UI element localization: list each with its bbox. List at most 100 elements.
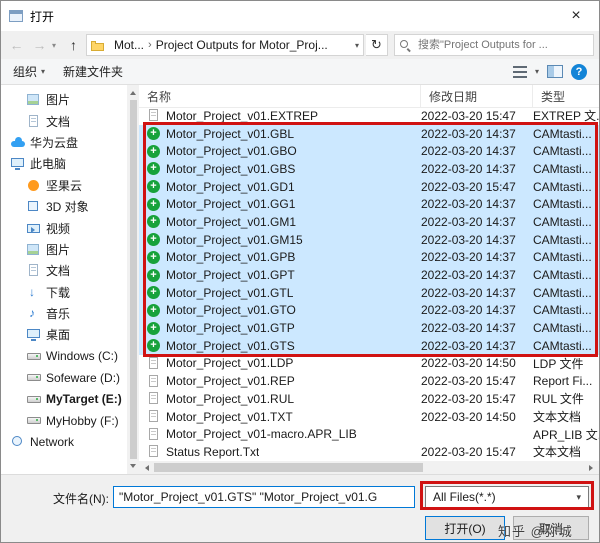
refresh-icon[interactable]: ↻	[366, 34, 388, 56]
watermark: 知乎 @弥城	[498, 524, 573, 539]
sidebar-item[interactable]: Network	[1, 431, 127, 452]
sidebar-item[interactable]: 音乐	[1, 303, 127, 324]
search-input[interactable]	[416, 38, 588, 52]
sidebar-scrollbar[interactable]	[127, 85, 139, 474]
file-row[interactable]: Motor_Project_v01.GTO 2022-03-20 14:37 C…	[139, 301, 599, 320]
open-button[interactable]: 打开(O)	[425, 516, 505, 540]
sidebar-item-label: 文档	[46, 264, 71, 279]
up-icon[interactable]: ↑	[63, 37, 84, 53]
file-name-cell: Motor_Project_v01.GTO	[139, 303, 421, 317]
scroll-up-icon[interactable]	[130, 88, 136, 95]
sidebar-item[interactable]: 此电脑	[1, 153, 127, 174]
sidebar-item-label: 华为云盘	[30, 135, 79, 150]
address-bar[interactable]: Mot... › Project Outputs for Motor_Proj.…	[86, 34, 364, 56]
drive-icon	[27, 350, 41, 363]
file-row[interactable]: Motor_Project_v01.EXTREP 2022-03-20 15:4…	[139, 107, 599, 125]
sidebar-item[interactable]: 图片	[1, 239, 127, 260]
file-rows: Motor_Project_v01.EXTREP 2022-03-20 15:4…	[139, 107, 599, 461]
horizontal-scrollbar[interactable]	[139, 461, 599, 474]
sidebar-item-label: 音乐	[46, 307, 71, 322]
sidebar-item[interactable]: MyHobby (F:)	[1, 410, 127, 431]
view-chevron-icon[interactable]: ▾	[535, 67, 539, 76]
filename-input[interactable]	[113, 486, 415, 508]
file-name: Motor_Project_v01.GBL	[166, 126, 295, 141]
file-icon	[147, 445, 161, 458]
file-row[interactable]: Motor_Project_v01.RUL 2022-03-20 15:47 R…	[139, 390, 599, 408]
forward-icon[interactable]: →	[29, 37, 50, 53]
sidebar-item[interactable]: 桌面	[1, 324, 127, 345]
file-row[interactable]: Motor_Project_v01.GBO 2022-03-20 14:37 C…	[139, 142, 599, 161]
breadcrumb-current[interactable]: Project Outputs for Motor_Proj...	[156, 38, 351, 52]
close-icon[interactable]: ×	[561, 1, 591, 31]
sidebar-item[interactable]: 文档	[1, 110, 127, 131]
file-row[interactable]: Motor_Project_v01.GPB 2022-03-20 14:37 C…	[139, 248, 599, 267]
scroll-right-icon[interactable]	[589, 464, 596, 471]
file-row[interactable]: Motor_Project_v01.GM15 2022-03-20 14:37 …	[139, 230, 599, 249]
file-row[interactable]: Motor_Project_v01.LDP 2022-03-20 14:50 L…	[139, 355, 599, 373]
sidebar-item[interactable]: 华为云盘	[1, 132, 127, 153]
file-row[interactable]: Motor_Project_v01.GPT 2022-03-20 14:37 C…	[139, 266, 599, 284]
back-icon[interactable]: ←	[6, 37, 27, 53]
sidebar-item[interactable]: 坚果云	[1, 175, 127, 196]
scroll-down-icon[interactable]	[130, 464, 136, 471]
change-view-icon[interactable]	[512, 65, 527, 78]
sidebar-item[interactable]: Windows (C:)	[1, 346, 127, 367]
scrollbar-thumb[interactable]	[129, 100, 137, 459]
column-header-name[interactable]: 名称	[139, 85, 421, 107]
file-date-cell: 2022-03-20 14:37	[421, 268, 516, 283]
sidebar-item[interactable]: 文档	[1, 260, 127, 281]
file-name-cell: Motor_Project_v01.TXT	[139, 410, 421, 424]
sidebar-item-label: 文档	[46, 114, 71, 129]
cam-icon	[147, 286, 161, 300]
search-box[interactable]	[394, 34, 594, 56]
scroll-left-icon[interactable]	[142, 464, 149, 471]
file-row[interactable]: Status Report.Txt 2022-03-20 15:47 文本文档	[139, 443, 599, 461]
help-icon[interactable]: ?	[571, 63, 587, 80]
sidebar-item[interactable]: 图片	[1, 89, 127, 110]
column-headers: 名称 修改日期 类型	[139, 85, 599, 108]
documents-icon	[27, 114, 41, 128]
preview-pane-icon[interactable]	[547, 65, 563, 78]
file-row[interactable]: Motor_Project_v01.GBS 2022-03-20 14:37 C…	[139, 160, 599, 178]
file-row[interactable]: Motor_Project_v01.GM1 2022-03-20 14:37 C…	[139, 213, 599, 231]
file-name-cell: Motor_Project_v01.GBS	[139, 162, 421, 176]
sidebar-item[interactable]: 视频	[1, 217, 127, 238]
sidebar-item-label: MyTarget (E:)	[46, 392, 122, 407]
cam-icon	[147, 215, 161, 229]
sidebar-item[interactable]: 3D 对象	[1, 196, 127, 217]
file-name-cell: Motor_Project_v01.GBL	[139, 127, 421, 141]
file-row[interactable]: Motor_Project_v01.GD1 2022-03-20 15:47 C…	[139, 177, 599, 196]
breadcrumb-root[interactable]: Mot...	[114, 38, 144, 52]
file-row[interactable]: Motor_Project_v01.REP 2022-03-20 15:47 R…	[139, 372, 599, 390]
file-type-select[interactable]: All Files(*.*) ▾	[425, 486, 589, 508]
cam-icon	[147, 233, 161, 247]
open-file-dialog: 打开 × ← → ▾ ↑ Mot... › Project Outputs fo…	[0, 0, 600, 543]
file-name: Motor_Project_v01.GM1	[166, 214, 297, 229]
sidebar-item[interactable]: 下载	[1, 282, 127, 303]
drive-icon	[27, 371, 41, 384]
sidebar-item-label: 图片	[46, 93, 71, 108]
scrollbar-track[interactable]	[152, 461, 586, 474]
file-row[interactable]: Motor_Project_v01.TXT 2022-03-20 14:50 文…	[139, 408, 599, 426]
recent-locations-chevron-icon[interactable]: ▾	[52, 41, 61, 50]
address-dropdown-icon[interactable]: ▾	[355, 41, 359, 50]
file-row[interactable]: Motor_Project_v01.GG1 2022-03-20 14:37 C…	[139, 195, 599, 214]
sidebar-item-label: 桌面	[46, 328, 71, 343]
file-row[interactable]: Motor_Project_v01.GTS 2022-03-20 14:37 C…	[139, 336, 599, 355]
file-row[interactable]: Motor_Project_v01.GBL 2022-03-20 14:37 C…	[139, 124, 599, 143]
file-name-cell: Motor_Project_v01.GPT	[139, 268, 421, 282]
file-row[interactable]: Motor_Project_v01.GTL 2022-03-20 14:37 C…	[139, 283, 599, 302]
pictures-icon	[27, 243, 41, 256]
sidebar-item[interactable]: MyTarget (E:)	[1, 388, 127, 409]
new-folder-button[interactable]: 新建文件夹	[63, 63, 123, 80]
organize-button[interactable]: 组织 ▾	[13, 63, 45, 80]
file-row[interactable]: Motor_Project_v01.GTP 2022-03-20 14:37 C…	[139, 319, 599, 337]
column-header-type[interactable]: 类型	[533, 85, 599, 107]
file-name-cell: Motor_Project_v01.GTS	[139, 339, 421, 353]
file-row[interactable]: Motor_Project_v01-macro.APR_LIB APR_LIB …	[139, 425, 599, 443]
column-header-date[interactable]: 修改日期	[421, 85, 533, 107]
network-icon	[11, 435, 25, 448]
scrollbar-thumb[interactable]	[154, 463, 424, 472]
sidebar-item[interactable]: Sofeware (D:)	[1, 367, 127, 388]
file-date-cell: 2022-03-20 14:37	[421, 338, 516, 353]
